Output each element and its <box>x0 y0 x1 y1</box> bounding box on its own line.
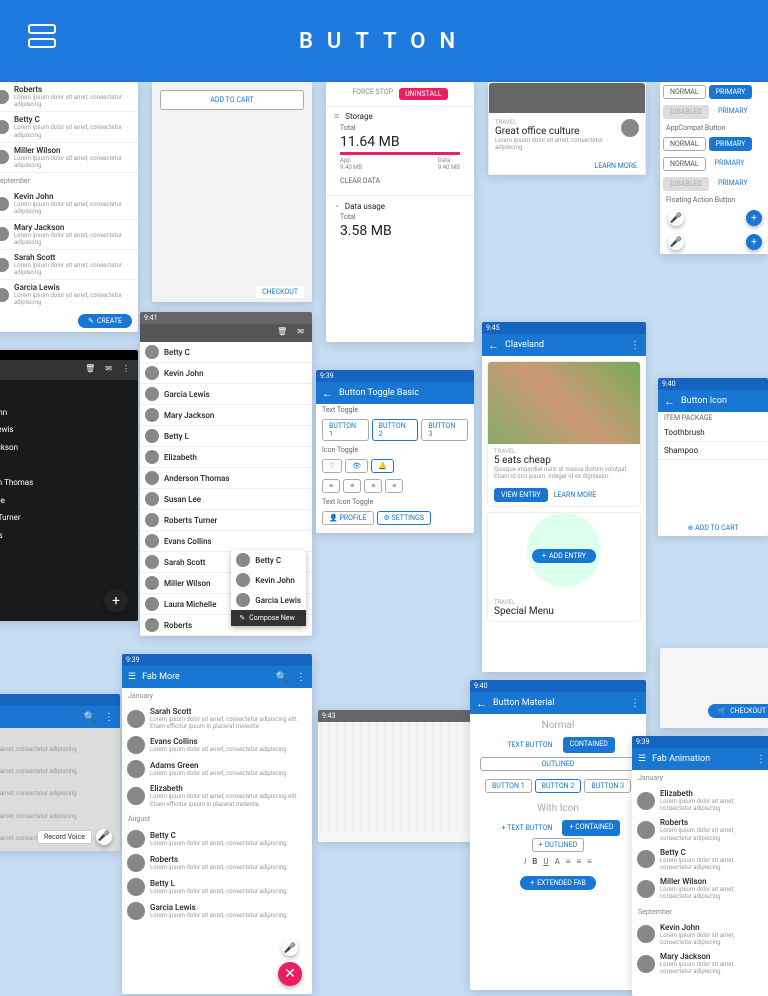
add-to-cart-button[interactable]: ADD TO CART <box>160 90 304 110</box>
add-fab[interactable]: + <box>746 210 762 226</box>
back-icon[interactable]: ← <box>488 339 499 352</box>
office-image <box>489 83 645 113</box>
search-icon[interactable]: 🔍 <box>276 672 288 683</box>
clear-data-button[interactable]: CLEAR DATA <box>334 171 466 191</box>
bell-icon[interactable]: 🔔 <box>371 459 394 473</box>
bold-icon[interactable]: B <box>532 857 537 866</box>
mail-icon[interactable]: ✉ <box>297 327 304 339</box>
card-title: 5 eats cheap <box>494 455 634 466</box>
more-icon[interactable]: ⋮ <box>122 364 130 376</box>
data-usage: 3.58 MB <box>334 223 466 239</box>
align-justify-icon[interactable]: ≡ <box>385 479 403 493</box>
back-icon[interactable]: ← <box>476 697 487 710</box>
button2[interactable]: BUTTON 2 <box>372 419 419 441</box>
mail-icon[interactable]: ✉ <box>105 364 112 376</box>
menu-icon[interactable] <box>28 24 58 54</box>
record-voice-button[interactable]: Record Voice <box>37 830 92 844</box>
uninstall-button[interactable]: UNINSTALL <box>399 88 448 100</box>
more-icon[interactable]: ⋮ <box>296 672 306 683</box>
more-icon[interactable]: ⋮ <box>630 698 640 709</box>
button3[interactable]: BUTTON 3 <box>421 419 468 441</box>
align-right-icon[interactable]: ≡ <box>364 479 382 493</box>
align-center-icon[interactable]: ≡ <box>576 857 581 866</box>
back-icon[interactable]: ← <box>322 387 333 400</box>
eye-icon[interactable]: 👁 <box>345 459 368 473</box>
search-icon[interactable]: 🔍 <box>84 712 96 723</box>
card-title: Great office culture <box>495 126 615 137</box>
text-button-icon[interactable]: + TEXT BUTTON <box>496 820 559 836</box>
extended-fab[interactable]: + EXTENDED FAB <box>520 876 596 890</box>
more-icon[interactable]: ⋮ <box>756 754 766 765</box>
back-icon[interactable]: ← <box>664 395 675 408</box>
mic-icon[interactable]: 🎤 <box>96 829 112 845</box>
contained-button[interactable]: CONTAINED <box>563 737 615 753</box>
toolbar: 🗑 ✉ ⋮ <box>0 360 138 380</box>
data-icon: ◔ <box>334 202 339 211</box>
storage-icon: ≡ <box>334 111 339 122</box>
checkout-button[interactable]: CHECKOUT <box>256 286 304 298</box>
mic-fab[interactable]: 🎤 <box>668 210 684 226</box>
force-stop-button[interactable]: FORCE STOP <box>352 88 393 100</box>
avatar <box>621 119 639 137</box>
outlined-button[interactable]: OUTLINED <box>480 757 636 771</box>
compose-button[interactable]: ✎ Compose New <box>231 610 306 626</box>
menu-icon[interactable]: ☰ <box>128 672 136 682</box>
align-center-icon[interactable]: ≡ <box>343 479 361 493</box>
close-fab[interactable]: ✕ <box>278 962 302 986</box>
outlined-icon-button[interactable]: + OUTLINED <box>532 838 585 852</box>
add-fab[interactable]: + <box>746 234 762 250</box>
contact-name: Roberts <box>14 85 133 94</box>
profile-button[interactable]: 👤 PROFILE <box>322 511 374 525</box>
create-button[interactable]: ✎ CREATE <box>78 314 132 328</box>
learn-more-button[interactable]: LEARN MORE <box>554 491 597 499</box>
item: Toothbrush <box>658 424 768 442</box>
italic-icon[interactable]: I <box>524 857 526 866</box>
menu-icon[interactable]: ☰ <box>638 754 646 764</box>
add-fab[interactable]: + <box>104 589 128 613</box>
heart-icon[interactable]: ♡ <box>322 459 342 473</box>
checkout-button[interactable]: 🛒 CHECKOUT <box>708 704 768 718</box>
more-icon[interactable]: ⋮ <box>104 712 114 723</box>
total-storage: 11.64 MB <box>334 134 466 150</box>
align-right-icon[interactable]: ≡ <box>587 857 592 866</box>
delete-icon[interactable]: 🗑 <box>85 364 95 376</box>
item: Shampoo <box>658 442 768 460</box>
underline-icon[interactable]: U <box>543 857 548 866</box>
delete-icon[interactable]: 🗑 <box>277 327 287 339</box>
color-icon[interactable]: A <box>555 857 560 866</box>
text-button[interactable]: TEXT BUTTON <box>501 737 558 753</box>
contained-icon-button[interactable]: + CONTAINED <box>562 820 620 836</box>
align-left-icon[interactable]: ≡ <box>322 479 340 493</box>
more-icon[interactable]: ⋮ <box>630 340 640 351</box>
button1[interactable]: BUTTON 1 <box>322 419 369 441</box>
align-left-icon[interactable]: ≡ <box>566 857 571 866</box>
add-entry-button[interactable]: + ADD ENTRY <box>532 549 596 563</box>
world-map <box>318 722 474 832</box>
settings-button[interactable]: ⚙ SETTINGS <box>377 511 431 525</box>
learn-more-button[interactable]: LEARN MORE <box>594 162 637 170</box>
mic-fab[interactable]: 🎤 <box>668 234 684 250</box>
food-image <box>488 362 640 444</box>
mic-fab[interactable]: 🎤 <box>282 940 298 956</box>
view-entry-button[interactable]: VIEW ENTRY <box>494 488 548 502</box>
page-title: BUTTON <box>299 29 469 54</box>
add-to-cart-button[interactable]: ⊕ ADD TO CART <box>658 520 768 536</box>
